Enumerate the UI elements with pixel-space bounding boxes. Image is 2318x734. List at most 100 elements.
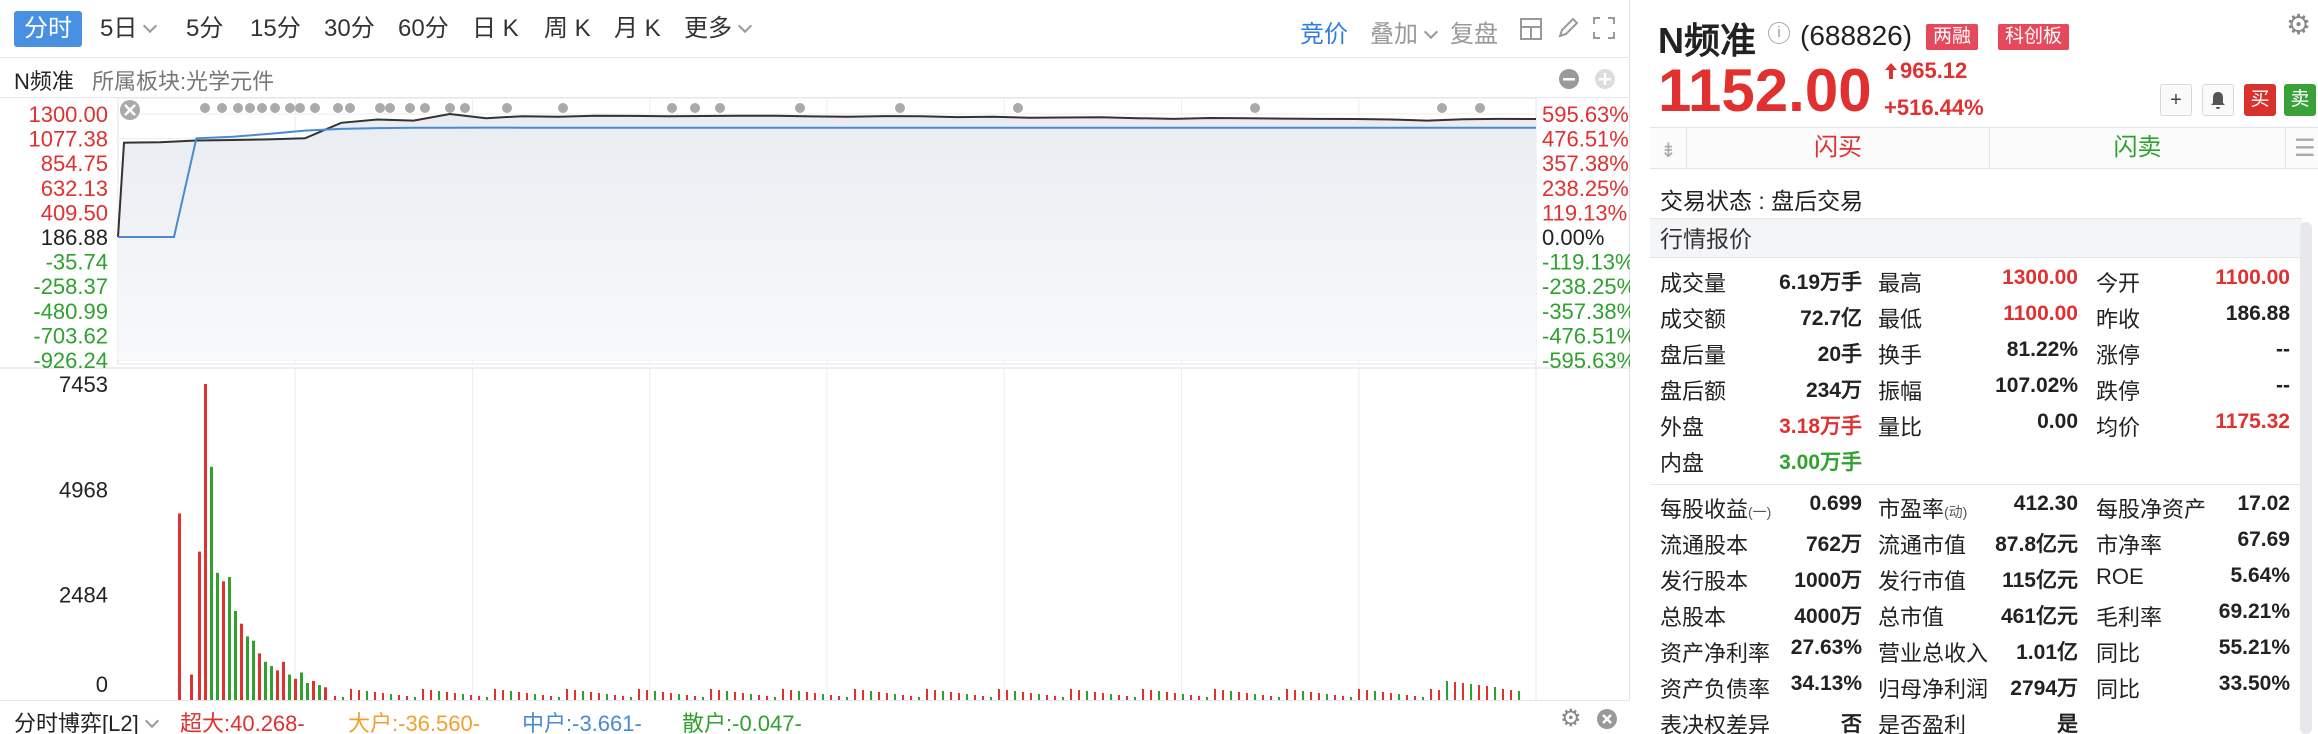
flash-buy-button[interactable]: 闪买 <box>1686 127 1990 169</box>
volume-bar <box>790 690 792 700</box>
volume-bar <box>806 692 808 700</box>
layout-grid-icon[interactable] <box>1520 18 1542 40</box>
price-alert-button[interactable] <box>2202 84 2234 116</box>
volume-bar <box>1510 690 1512 700</box>
event-marker[interactable] <box>667 103 677 113</box>
volume-bar <box>1230 691 1232 700</box>
volume-bar <box>526 693 528 700</box>
volume-bar <box>1238 692 1240 700</box>
event-marker[interactable] <box>1437 103 1447 113</box>
menu-lines-icon[interactable]: ☰ <box>2294 134 2316 163</box>
chevron-down-icon <box>144 713 159 729</box>
event-marker[interactable] <box>445 103 455 113</box>
volume-bar <box>942 691 944 700</box>
tab-daily-k[interactable]: 日 K <box>466 11 525 47</box>
event-marker[interactable] <box>200 103 210 113</box>
volume-bar <box>566 689 568 700</box>
tab-more[interactable]: 更多 <box>678 11 756 47</box>
quote-value: 186.88 <box>2225 302 2290 325</box>
event-marker[interactable] <box>502 103 512 113</box>
tab-5-day[interactable]: 5日 <box>94 11 161 47</box>
event-marker[interactable] <box>270 103 280 113</box>
event-marker[interactable] <box>385 103 395 113</box>
settings-gear-icon[interactable]: ⚙ <box>1560 704 1582 733</box>
plus-circle-icon[interactable] <box>1594 68 1616 90</box>
right-pct-tick: -119.13% <box>1542 250 1630 275</box>
volume-bar <box>1246 693 1248 700</box>
close-circle-icon[interactable] <box>1596 708 1618 730</box>
tab-15-min[interactable]: 15分 <box>244 11 307 47</box>
event-marker[interactable] <box>715 103 725 113</box>
tab-intraday[interactable]: 分时 <box>14 11 82 47</box>
event-marker[interactable] <box>233 103 243 113</box>
quote-value: 234万 <box>1805 379 1862 402</box>
event-marker[interactable] <box>795 103 805 113</box>
event-marker[interactable] <box>310 103 320 113</box>
sector-label[interactable]: 所属板块:光学元件 <box>92 64 274 96</box>
fundamental-value: 2794万 <box>2010 677 2078 700</box>
buy-button[interactable]: 买 <box>2244 84 2276 116</box>
left-price-tick: 854.75 <box>41 151 108 176</box>
tab-5-min[interactable]: 5分 <box>180 11 229 47</box>
volume-bar <box>358 690 360 700</box>
fundamental-value: 412.30 <box>2013 492 2078 515</box>
event-marker[interactable] <box>285 103 295 113</box>
tab-monthly-k[interactable]: 月 K <box>608 11 667 47</box>
event-marker[interactable] <box>405 103 415 113</box>
volume-bar <box>582 691 584 700</box>
gear-icon[interactable]: ⚙ <box>2286 8 2311 41</box>
flash-sell-button[interactable]: 闪卖 <box>1990 127 2286 169</box>
event-marker[interactable] <box>345 103 355 113</box>
volume-bar <box>1022 692 1024 700</box>
minus-circle-icon[interactable] <box>1558 68 1580 90</box>
sell-button[interactable]: 卖 <box>2284 84 2316 116</box>
fund-flow-selector[interactable]: 分时博弈[L2] <box>14 706 159 734</box>
event-marker[interactable] <box>690 103 700 113</box>
event-marker[interactable] <box>1475 103 1485 113</box>
quote-section-title[interactable]: 行情报价 <box>1650 218 2302 258</box>
volume-tick: 4968 <box>59 477 108 502</box>
event-marker[interactable] <box>558 103 568 113</box>
volume-bar <box>934 690 936 700</box>
event-marker[interactable] <box>217 103 227 113</box>
chart-stock-name: N频准 <box>14 69 74 94</box>
event-marker[interactable] <box>295 103 305 113</box>
volume-bar <box>502 690 504 700</box>
right-pct-tick: -357.38% <box>1542 299 1630 324</box>
volume-bar <box>366 691 368 700</box>
collapse-arrow-icon[interactable]: ⇟ <box>1660 138 1677 163</box>
replay-button[interactable]: 复盘 <box>1450 14 1498 49</box>
volume-bar <box>246 636 249 700</box>
tab-30-min[interactable]: 30分 <box>318 11 381 47</box>
draw-pen-icon[interactable] <box>1556 16 1580 40</box>
volume-bar <box>1158 691 1160 700</box>
event-marker[interactable] <box>1250 103 1260 113</box>
volume-bar <box>234 610 237 700</box>
intraday-chart[interactable]: 1300.00 595.63% 1077.38 476.51% 854.75 357.38… <box>0 98 1630 700</box>
event-marker[interactable] <box>895 103 905 113</box>
event-marker[interactable] <box>375 103 385 113</box>
event-marker[interactable] <box>1013 103 1023 113</box>
right-pct-tick: 595.63% <box>1542 102 1629 127</box>
left-price-tick: -926.24 <box>33 348 108 373</box>
vertical-scrollbar[interactable] <box>2300 222 2312 734</box>
quote-value: 1175.32 <box>2215 410 2290 433</box>
info-icon[interactable]: i <box>1768 22 1790 44</box>
volume-bar <box>1214 689 1216 700</box>
volume-bar <box>1462 683 1464 700</box>
price-change-pct: +516.44% <box>1884 95 1984 120</box>
volume-bar <box>494 689 496 700</box>
fullscreen-icon[interactable] <box>1592 16 1616 40</box>
event-marker[interactable] <box>245 103 255 113</box>
bidding-button[interactable]: 竞价 <box>1300 14 1348 49</box>
add-watchlist-button[interactable]: + <box>2160 84 2192 116</box>
event-marker[interactable] <box>333 103 343 113</box>
volume-bar <box>1286 689 1288 700</box>
volume-bar <box>782 689 784 700</box>
tab-60-min[interactable]: 60分 <box>392 11 455 47</box>
event-marker[interactable] <box>460 103 470 113</box>
tab-weekly-k[interactable]: 周 K <box>538 11 597 47</box>
event-marker[interactable] <box>257 103 267 113</box>
event-marker[interactable] <box>420 103 430 113</box>
overlay-button[interactable]: 叠加 <box>1370 14 1439 49</box>
